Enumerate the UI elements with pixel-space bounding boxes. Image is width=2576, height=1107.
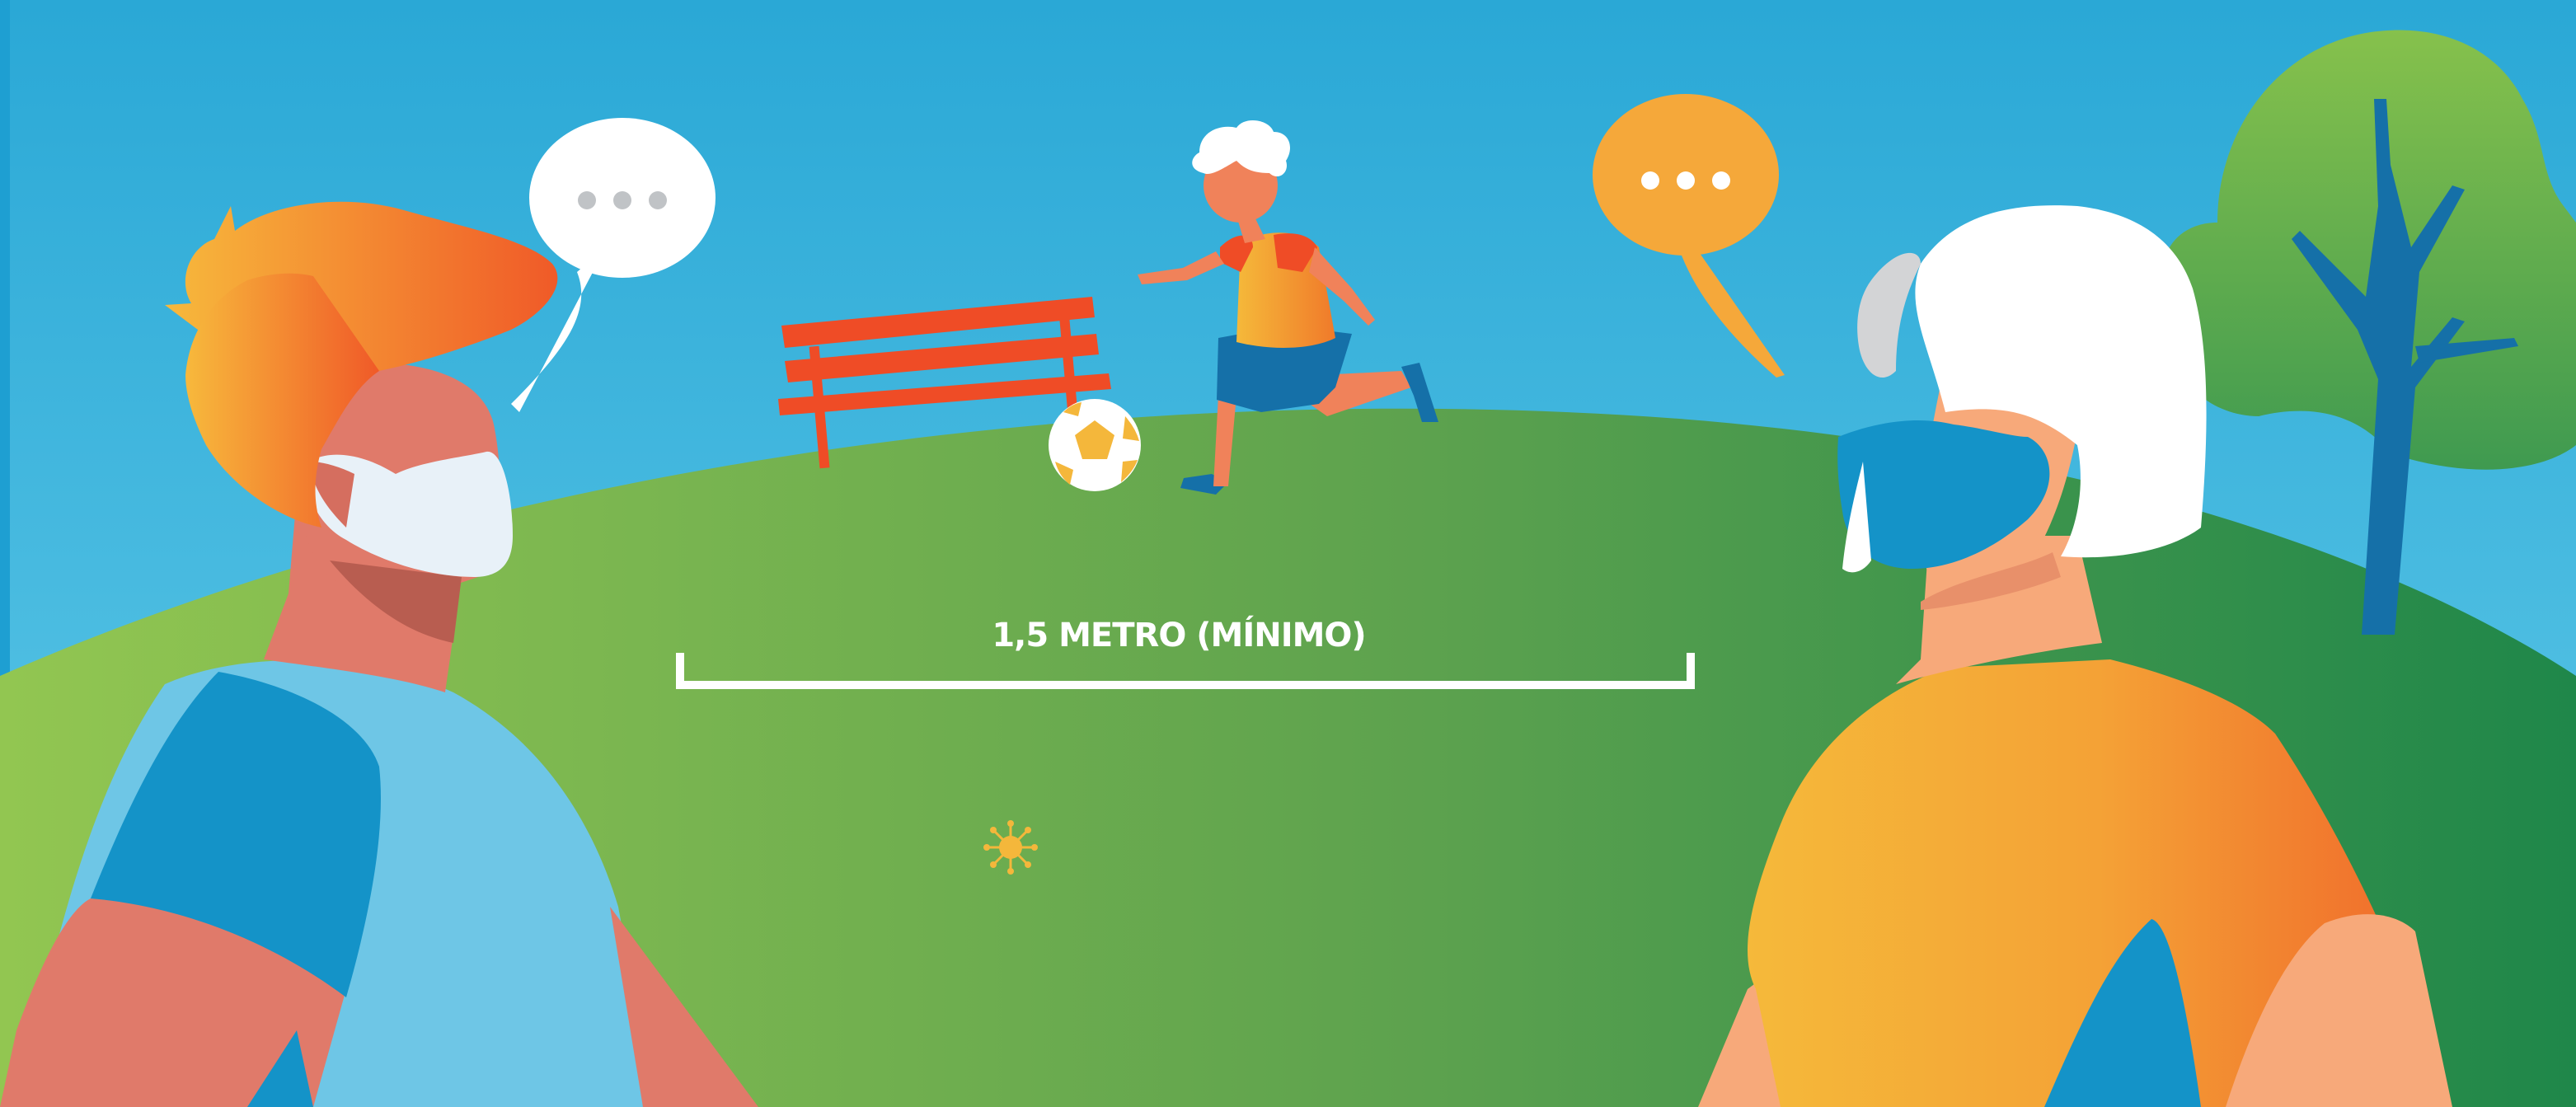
distance-label: 1,5 METRO (MÍNIMO)	[992, 617, 1366, 654]
virus-icon	[983, 820, 1038, 875]
park-social-distancing-illustration	[0, 0, 2576, 1107]
soccer-ball-icon	[1049, 399, 1141, 491]
